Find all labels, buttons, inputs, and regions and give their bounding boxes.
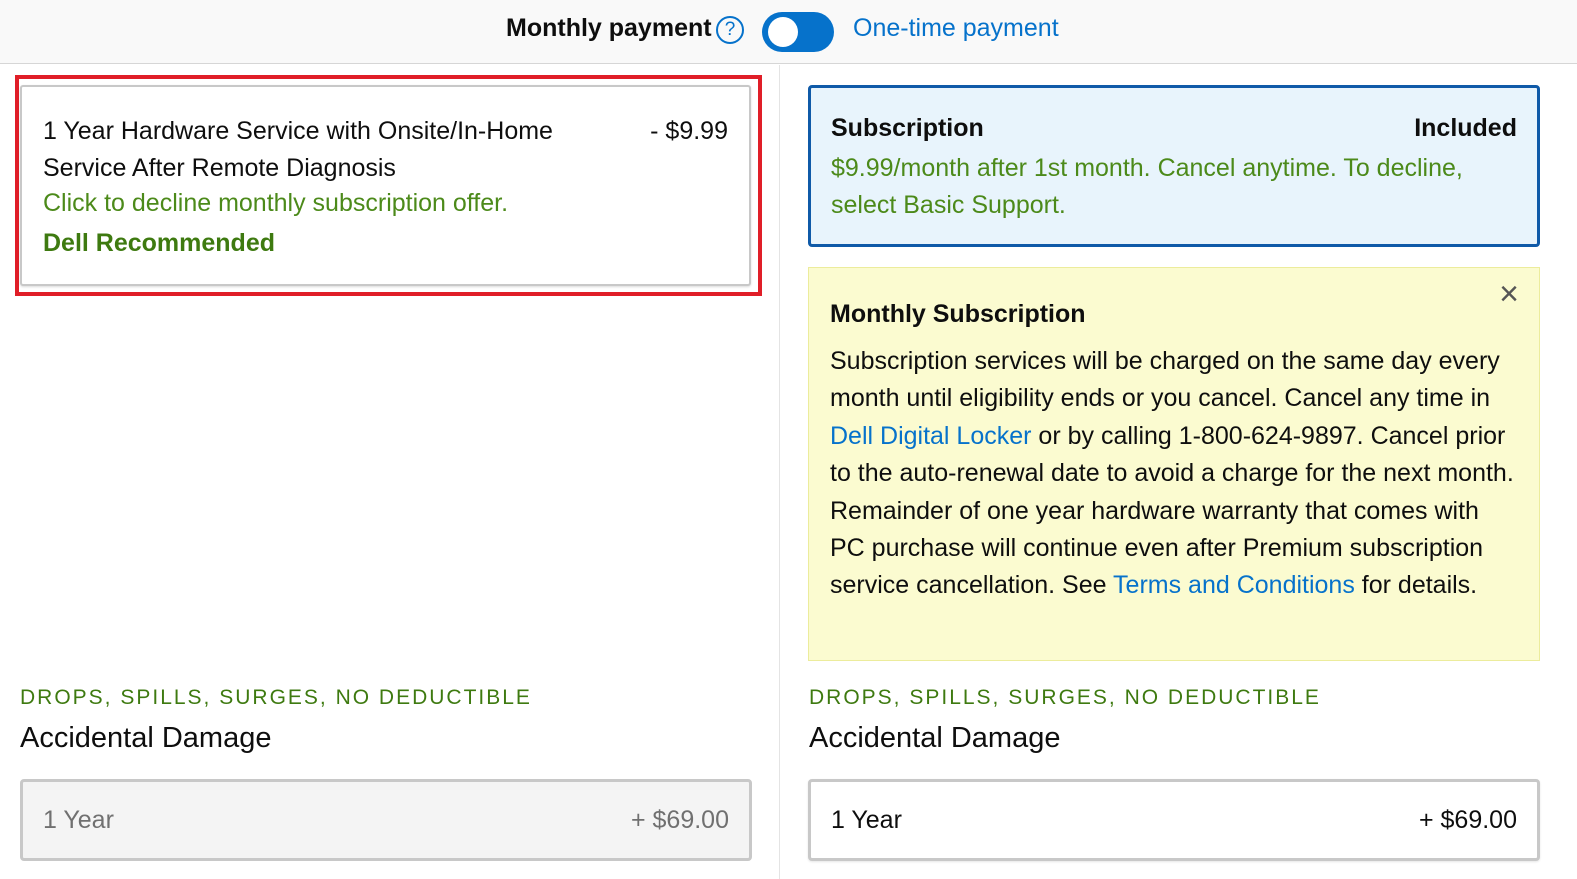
payment-toggle-switch[interactable] bbox=[762, 12, 834, 52]
subscription-card[interactable]: Subscription Included $9.99/month after … bbox=[808, 85, 1540, 247]
hardware-service-option[interactable]: 1 Year Hardware Service with Onsite/In-H… bbox=[20, 85, 751, 286]
payment-toggle-bar: Monthly payment ? One-time payment bbox=[0, 0, 1577, 64]
accidental-term-left: 1 Year bbox=[43, 806, 114, 834]
info-text-3: for details. bbox=[1354, 571, 1478, 600]
column-divider bbox=[779, 65, 780, 879]
close-icon[interactable]: × bbox=[1495, 277, 1523, 311]
subscription-title: Subscription bbox=[831, 114, 984, 142]
help-icon[interactable]: ? bbox=[716, 16, 744, 44]
accidental-option-left[interactable]: 1 Year + $69.00 bbox=[20, 779, 752, 861]
monthly-subscription-info: × Monthly Subscription Subscription serv… bbox=[808, 267, 1540, 661]
recommended-badge: Dell Recommended bbox=[43, 229, 276, 257]
option-title: 1 Year Hardware Service with Onsite/In-H… bbox=[43, 117, 553, 182]
terms-and-conditions-link[interactable]: Terms and Conditions bbox=[1113, 571, 1355, 599]
one-time-payment-label[interactable]: One-time payment bbox=[853, 14, 1059, 43]
accidental-title-right: Accidental Damage bbox=[809, 722, 1061, 754]
decline-offer-text: Click to decline monthly subscription of… bbox=[43, 189, 509, 217]
toggle-knob bbox=[768, 17, 798, 47]
subscription-status: Included bbox=[1414, 114, 1517, 142]
accidental-eyebrow-right: DROPS, SPILLS, SURGES, NO DEDUCTIBLE bbox=[809, 686, 1321, 709]
accidental-price-right: + $69.00 bbox=[1418, 806, 1517, 834]
accidental-title-left: Accidental Damage bbox=[20, 722, 272, 754]
accidental-eyebrow-left: DROPS, SPILLS, SURGES, NO DEDUCTIBLE bbox=[20, 686, 532, 709]
info-body: Subscription services will be charged on… bbox=[830, 343, 1520, 605]
info-text-1: Subscription services will be charged on… bbox=[830, 347, 1500, 413]
dell-digital-locker-link[interactable]: Dell Digital Locker bbox=[830, 422, 1031, 450]
option-price: - $9.99 bbox=[650, 117, 728, 145]
accidental-option-right[interactable]: 1 Year + $69.00 bbox=[808, 779, 1540, 861]
info-heading: Monthly Subscription bbox=[830, 300, 1086, 328]
accidental-term-right: 1 Year bbox=[831, 806, 902, 834]
accidental-price-left: + $69.00 bbox=[630, 806, 729, 834]
monthly-payment-label[interactable]: Monthly payment bbox=[506, 14, 712, 43]
subscription-description: $9.99/month after 1st month. Cancel anyt… bbox=[831, 154, 1463, 219]
